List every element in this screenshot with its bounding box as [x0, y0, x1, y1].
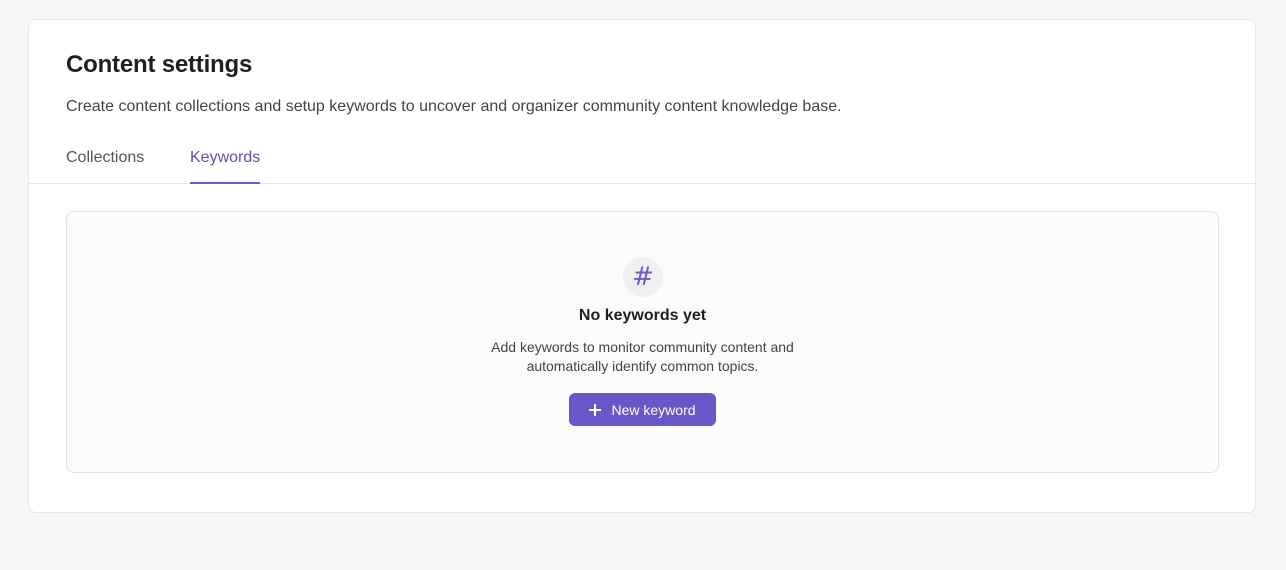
page-description: Create content collections and setup key…: [66, 98, 842, 115]
new-keyword-button[interactable]: New keyword: [569, 393, 716, 426]
plus-icon: [589, 403, 602, 416]
empty-state-description-line1: Add keywords to monitor community conten…: [491, 339, 794, 355]
tab-bar: Collections Keywords: [29, 142, 1255, 184]
page-title: Content settings: [66, 51, 253, 78]
empty-state-description: Add keywords to monitor community conten…: [67, 338, 1218, 376]
empty-state-description-line2: automatically identify common topics.: [526, 358, 759, 374]
new-keyword-button-label: New keyword: [611, 401, 696, 418]
keywords-empty-state: # No keywords yet Add keywords to monito…: [66, 211, 1219, 473]
content-settings-card: Content settings Create content collecti…: [28, 19, 1256, 513]
tab-collections[interactable]: Collections: [66, 149, 144, 184]
empty-state-title: No keywords yet: [578, 307, 707, 324]
tab-keywords[interactable]: Keywords: [190, 149, 261, 184]
hash-icon: #: [623, 257, 663, 297]
